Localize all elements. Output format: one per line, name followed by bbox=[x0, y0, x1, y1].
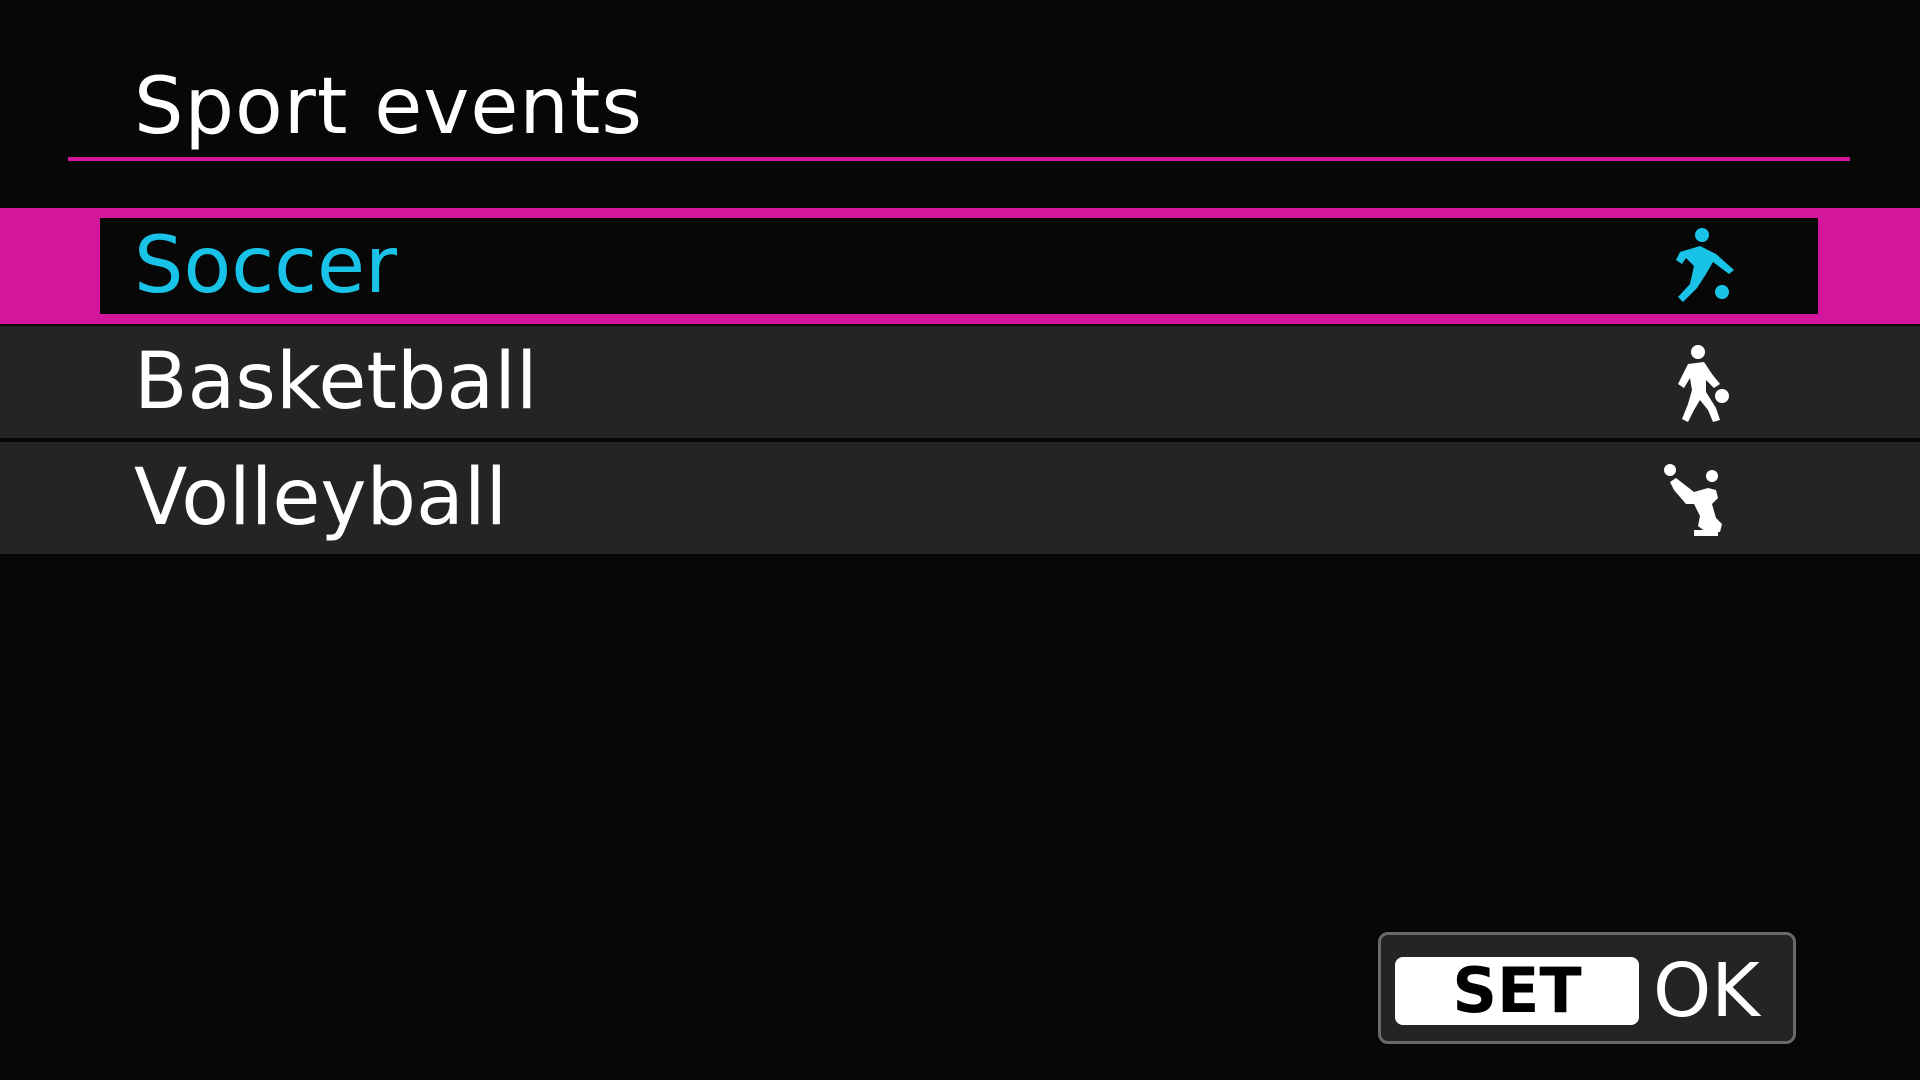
menu-item-label: Basketball bbox=[134, 337, 538, 427]
camera-menu-screen: Sport events Soccer Basketball Volleybal… bbox=[0, 0, 1920, 1080]
set-key-label: SET bbox=[1395, 957, 1639, 1025]
basketball-player-icon bbox=[1650, 344, 1750, 424]
page-title: Sport events bbox=[134, 62, 643, 152]
menu-item-label: Soccer bbox=[134, 221, 398, 311]
ok-label: OK bbox=[1653, 948, 1760, 1034]
menu-item-volleyball[interactable]: Volleyball bbox=[0, 442, 1920, 554]
set-ok-button[interactable]: SET OK bbox=[1378, 932, 1796, 1044]
menu-item-label: Volleyball bbox=[134, 453, 508, 543]
menu-item-soccer[interactable]: Soccer bbox=[0, 208, 1920, 324]
menu-item-basketball[interactable]: Basketball bbox=[0, 326, 1920, 438]
title-divider-line bbox=[68, 157, 1850, 161]
title-divider bbox=[68, 157, 1850, 161]
sport-events-list: Soccer Basketball Volleyball bbox=[0, 208, 1920, 558]
soccer-player-icon bbox=[1650, 226, 1750, 306]
volleyball-player-icon bbox=[1650, 460, 1750, 540]
